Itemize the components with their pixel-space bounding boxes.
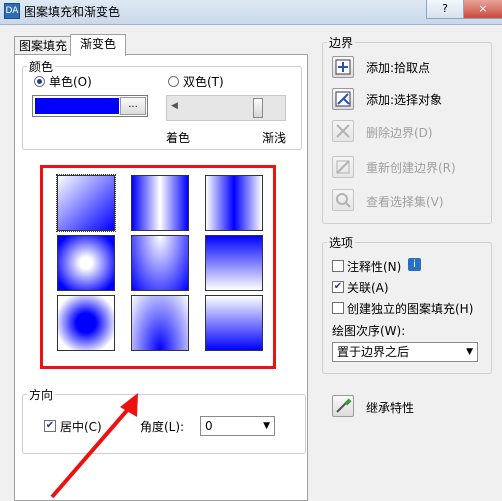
close-button[interactable]: × <box>463 0 502 19</box>
independent-hatch-label: 创建独立的图案填充(H) <box>347 302 474 316</box>
help-button[interactable]: ? <box>426 0 464 19</box>
browse-color-button[interactable]: ... <box>120 97 146 115</box>
boundaries-group-legend: 边界 <box>329 36 354 50</box>
recreate-boundary-label[interactable]: 重新创建边界(R) <box>366 159 456 176</box>
gradient-pattern-inv-hemispherical[interactable] <box>131 295 189 351</box>
info-icon[interactable]: i <box>408 258 421 271</box>
remove-boundaries-icon <box>336 124 350 138</box>
view-selections-label[interactable]: 查看选择集(V) <box>366 193 444 210</box>
annotative-label: 注释性(N) <box>347 260 402 274</box>
pick-points-icon <box>335 59 351 75</box>
draw-order-label: 绘图次序(W): <box>332 324 406 338</box>
tint-label: 渐浅 <box>262 131 287 145</box>
brush-icon <box>336 398 352 413</box>
remove-boundaries-button[interactable] <box>332 120 354 142</box>
gradient-pattern-spherical-dark[interactable] <box>57 295 115 351</box>
shade-label: 着色 <box>166 131 191 145</box>
tab-gradient[interactable]: 渐变色 <box>70 34 126 56</box>
color-picker[interactable]: ... <box>32 95 148 117</box>
two-color-label: 双色(T) <box>183 75 224 89</box>
add-select-objects-button[interactable] <box>332 88 354 110</box>
app-icon: DA <box>4 3 20 19</box>
options-group-legend: 选项 <box>329 236 354 250</box>
single-color-label: 单色(O) <box>49 75 92 89</box>
annotative-checkbox[interactable] <box>332 260 344 272</box>
two-color-radio[interactable] <box>168 76 179 87</box>
slider-thumb[interactable] <box>253 98 263 118</box>
gradient-pattern-curved[interactable] <box>205 235 263 291</box>
gradient-pattern-cylinder-vertical[interactable] <box>131 175 189 231</box>
add-pick-points-label[interactable]: 添加:拾取点 <box>366 59 430 76</box>
draw-order-value: 置于边界之后 <box>337 345 410 359</box>
annotation-arrow <box>50 393 138 499</box>
chevron-down-icon: ▼ <box>466 347 473 357</box>
view-selections-button[interactable] <box>332 189 354 211</box>
window-title: 图案填充和渐变色 <box>24 5 121 19</box>
angle-value: 0 <box>205 419 213 433</box>
chevron-down-icon: ▼ <box>263 421 270 431</box>
gradient-pattern-inv-cylinder-vertical[interactable] <box>205 175 263 231</box>
inherit-properties-label[interactable]: 继承特性 <box>366 399 414 416</box>
inherit-properties-button[interactable] <box>332 395 354 417</box>
recreate-boundary-icon <box>336 160 350 174</box>
draw-order-dropdown[interactable]: 置于边界之后 ▼ <box>332 342 478 362</box>
tab-hatch[interactable]: 图案填充 <box>14 36 72 55</box>
gradient-pattern-spherical-light[interactable] <box>57 235 115 291</box>
add-select-objects-label[interactable]: 添加:选择对象 <box>366 91 442 108</box>
angle-dropdown[interactable]: 0 ▼ <box>200 416 275 436</box>
gradient-pattern-inv-curved[interactable] <box>205 295 263 351</box>
associative-checkbox[interactable]: ✔ <box>332 281 344 293</box>
color-swatch <box>35 98 119 114</box>
gradient-pattern-linear-diagonal[interactable] <box>56 174 116 232</box>
slider-left-arrow-icon: ◀ <box>171 101 178 111</box>
magnifier-icon <box>336 193 351 208</box>
remove-boundaries-label[interactable]: 删除边界(D) <box>366 124 433 141</box>
recreate-boundary-button[interactable] <box>332 156 354 178</box>
shade-tint-slider[interactable]: ◀ <box>166 95 286 121</box>
select-objects-icon <box>335 91 351 107</box>
single-color-radio[interactable] <box>34 76 45 87</box>
associative-label: 关联(A) <box>347 281 389 295</box>
gradient-pattern-hemispherical[interactable] <box>131 235 189 291</box>
add-pick-points-button[interactable] <box>332 56 354 78</box>
independent-hatch-checkbox[interactable] <box>332 302 344 314</box>
